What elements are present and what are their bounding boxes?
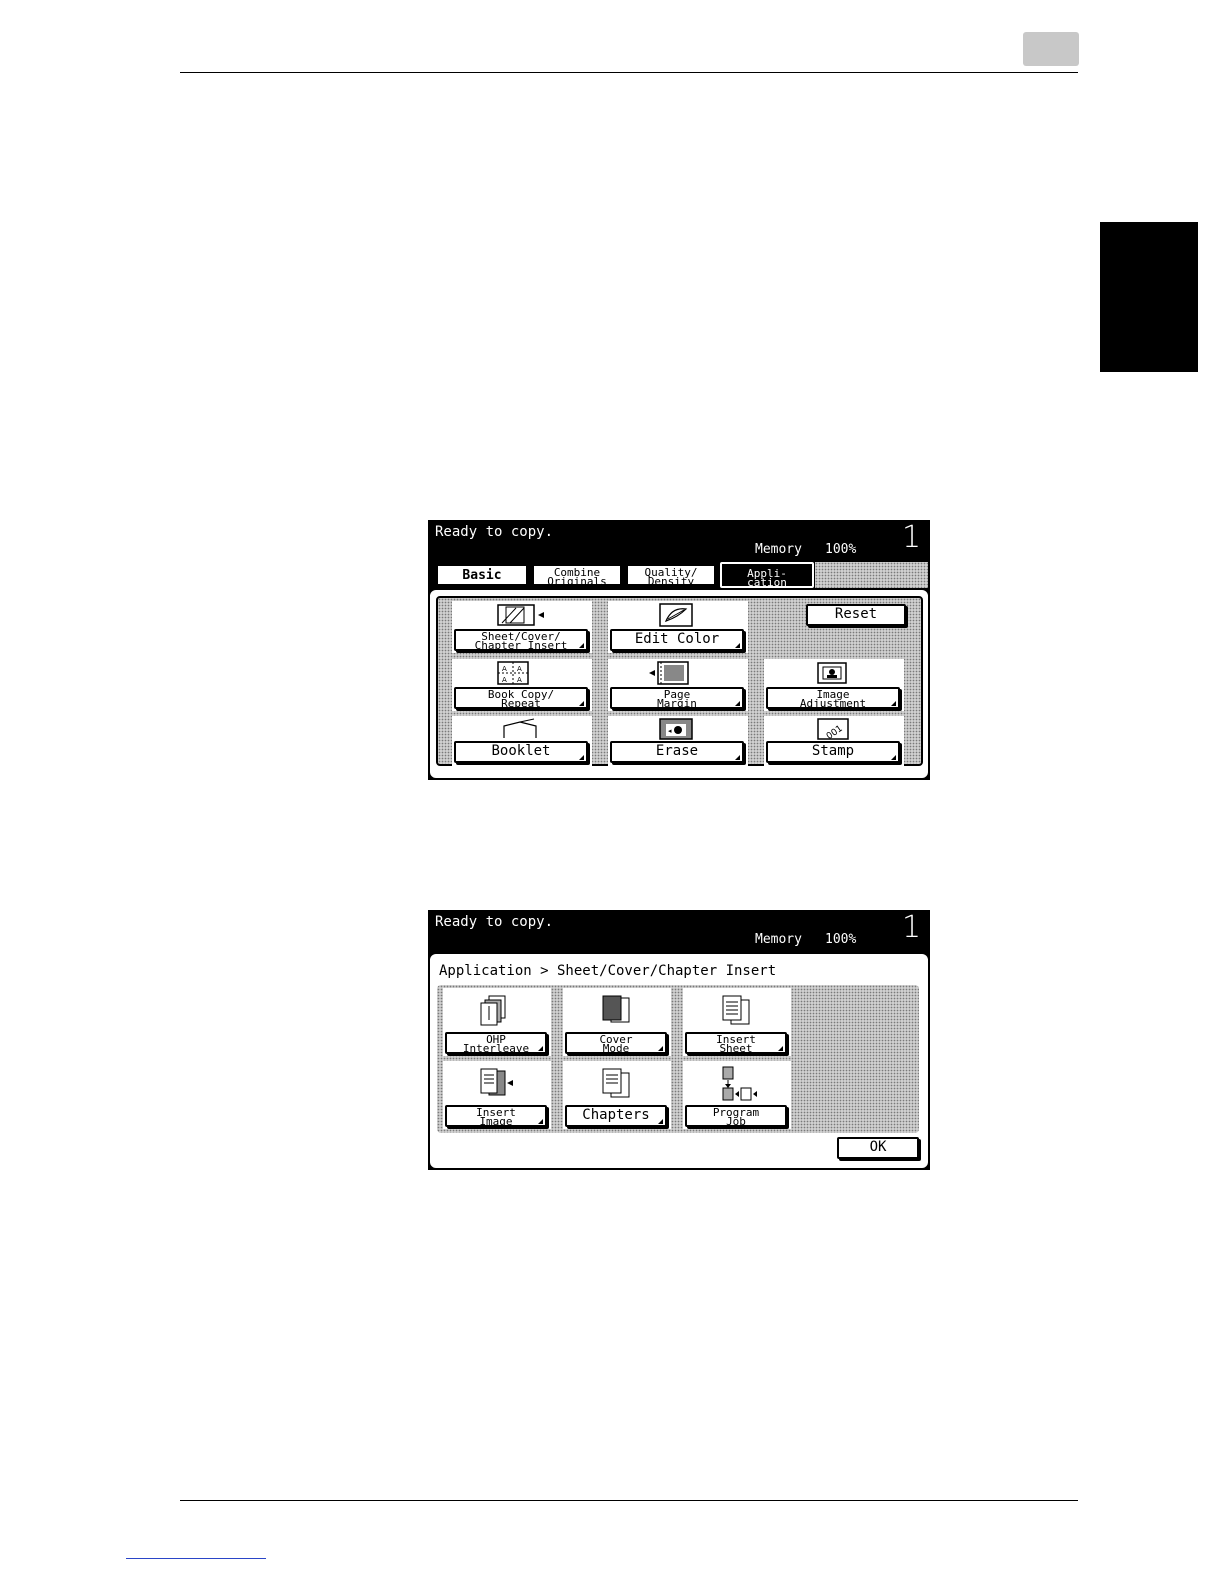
sheet-cover-cell: Sheet/Cover/ Chapter Insert [452,601,592,653]
chapters-cell: Chapters [563,1061,671,1129]
book-repeat-icon: A A A A [497,661,529,685]
erase-cell: ◂ Erase [608,716,748,766]
svg-text:A: A [517,676,522,684]
function-grid: Sheet/Cover/ Chapter Insert Edit Color R… [436,596,923,766]
memory-value: 100% [825,932,857,947]
insert-image-cell: Insert Image [443,1061,551,1129]
cover-mode-cell: Cover Mode [563,988,671,1056]
booklet-button[interactable]: Booklet [454,741,588,763]
ohp-cell: OHP Interleave [443,988,551,1056]
book-copy-cell: A A A A Book Copy/ Repeat [452,659,592,711]
image-adjustment-button[interactable]: Image Adjustment [766,687,900,709]
sheet-cover-chapter-insert-button[interactable]: Sheet/Cover/ Chapter Insert [454,629,588,651]
chapters-icon [602,1068,630,1098]
chapter-marker [1100,222,1198,372]
stamp-cell: 001 Stamp [764,716,904,766]
insert-sheet-icon [722,995,750,1025]
ohp-interleave-icon [480,995,506,1026]
booklet-icon [503,718,537,738]
tab-basic[interactable]: Basic [436,564,528,586]
status-bar: Ready to copy. Memory 100% 1 [428,520,930,562]
booklet-cell: Booklet [452,716,592,766]
tab-quality-density[interactable]: Quality/ Density [626,564,716,587]
book-copy-repeat-button[interactable]: Book Copy/ Repeat [454,687,588,709]
erase-icon: ◂ [659,718,693,740]
memory-label: Memory [755,542,802,557]
program-job-button[interactable]: Program Job [685,1105,787,1127]
application-panel: Sheet/Cover/ Chapter Insert Edit Color R… [430,590,928,778]
ok-button[interactable]: OK [837,1137,919,1159]
stamp-icon: 001 [817,718,849,740]
insert-sheet-cell: Insert Sheet [683,988,791,1056]
program-job-icon [722,1066,757,1101]
page-margin-cell: Page Margin [608,659,748,711]
svg-text:A: A [517,665,522,673]
copy-count: 1 [902,910,922,945]
status-message: Ready to copy. [435,914,554,930]
header-rule [180,72,1078,73]
stamp-button[interactable]: Stamp [766,741,900,763]
breadcrumb: Application > Sheet/Cover/Chapter Insert [439,963,777,979]
page-margin-button[interactable]: Page Margin [610,687,744,709]
footer-rule [180,1500,1078,1501]
chapters-button[interactable]: Chapters [565,1105,667,1127]
page-margin-icon [649,661,689,685]
erase-button[interactable]: Erase [610,741,744,763]
sheet-insert-icon [497,604,544,626]
sheet-cover-chapter-screen: Ready to copy. Memory 100% 1 Application… [428,910,930,1170]
svg-text:A: A [502,665,507,673]
insert-image-button[interactable]: Insert Image [445,1105,547,1127]
tab-bar: Basic Combine Originals Quality/ Density… [430,562,928,588]
memory-value: 100% [825,542,857,557]
edit-color-button[interactable]: Edit Color [610,629,744,651]
copy-count: 1 [902,520,922,555]
tab-application[interactable]: Appli- cation [720,562,814,588]
cover-mode-button[interactable]: Cover Mode [565,1032,667,1054]
insert-panel: Application > Sheet/Cover/Chapter Insert… [430,954,928,1168]
insert-image-icon [480,1068,513,1096]
status-message: Ready to copy. [435,524,554,540]
memory-label: Memory [755,932,802,947]
cover-mode-icon [602,995,630,1023]
tab-combine-originals[interactable]: Combine Originals [532,564,622,587]
ohp-interleave-button[interactable]: OHP Interleave [445,1032,547,1054]
insert-sheet-button[interactable]: Insert Sheet [685,1032,787,1054]
program-job-cell: Program Job [683,1061,791,1129]
svg-text:A: A [502,676,507,684]
color-icon [659,603,693,627]
status-bar: Ready to copy. Memory 100% 1 [428,910,930,952]
reset-button[interactable]: Reset [806,604,906,626]
svg-text:◂: ◂ [668,727,672,735]
footer-link-underline [126,1558,266,1559]
image-adjustment-cell: Image Adjustment [764,659,904,711]
image-adjust-icon [817,662,847,684]
page-number-tab [1023,32,1079,66]
edit-color-cell: Edit Color [608,601,748,653]
insert-function-grid: OHP Interleave Cover Mode Insert Sheet I… [437,985,919,1133]
application-screen: Ready to copy. Memory 100% 1 Basic Combi… [428,520,930,780]
